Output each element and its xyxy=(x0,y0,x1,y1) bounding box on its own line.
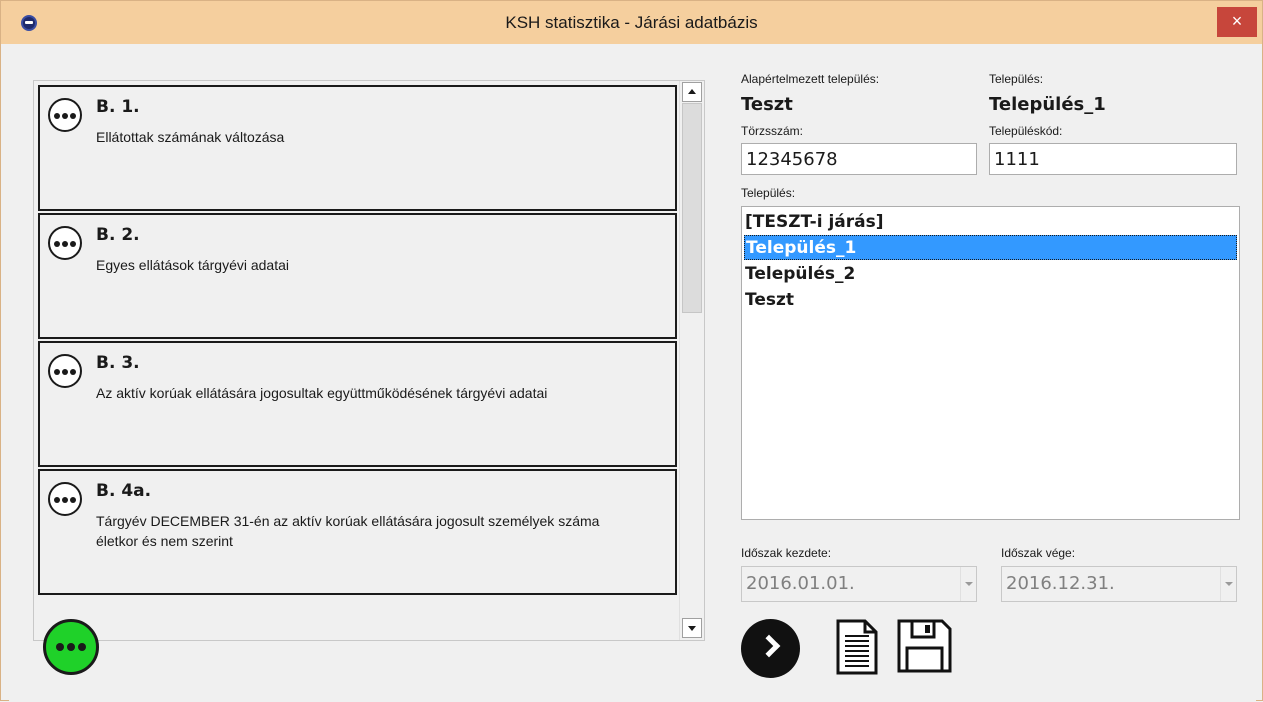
scroll-down-button[interactable] xyxy=(682,618,702,638)
period-start-value: 2016.01.01. xyxy=(746,573,855,594)
settlement-label: Település: xyxy=(989,72,1044,86)
close-button[interactable]: × xyxy=(1217,7,1257,37)
table-card-b3[interactable]: B. 3. Az aktív korúak ellátására jogosul… xyxy=(38,341,677,467)
more-dots-icon[interactable] xyxy=(48,354,82,388)
registry-number-label: Törzsszám: xyxy=(741,124,804,138)
title-bar: KSH statisztika - Járási adatbázis × xyxy=(1,1,1262,44)
period-start-select[interactable]: 2016.01.01. xyxy=(741,566,977,602)
next-arrow-icon xyxy=(757,634,781,658)
scroll-thumb[interactable] xyxy=(682,103,702,313)
list-item-selected[interactable]: Település_1 xyxy=(744,235,1237,260)
more-dots-icon[interactable] xyxy=(48,98,82,132)
card-description: Az aktív korúak ellátására jogosultak eg… xyxy=(96,385,548,401)
card-description: Tárgyév DECEMBER 31-én az aktív korúak e… xyxy=(96,513,600,549)
card-code: B. 3. xyxy=(96,353,140,373)
window-title: KSH statisztika - Járási adatbázis xyxy=(505,13,758,32)
main-window: KSH statisztika - Járási adatbázis × B. … xyxy=(0,0,1263,702)
more-options-button[interactable] xyxy=(43,619,99,675)
card-code: B. 4a. xyxy=(96,481,152,501)
table-card-b4a[interactable]: B. 4a. Tárgyév DECEMBER 31-én az aktív k… xyxy=(38,469,677,595)
card-description: Egyes ellátások tárgyévi adatai xyxy=(96,257,289,273)
client-area: B. 1. Ellátottak számának változása B. 2… xyxy=(9,44,1256,702)
scroll-up-button[interactable] xyxy=(682,82,702,102)
default-settlement-value: Teszt xyxy=(741,94,793,115)
settlement-value: Település_1 xyxy=(989,94,1106,115)
period-end-value: 2016.12.31. xyxy=(1006,573,1115,594)
registry-number-field[interactable]: 12345678 xyxy=(741,143,977,175)
document-icon xyxy=(836,619,878,675)
card-code: B. 1. xyxy=(96,97,140,117)
list-item[interactable]: [TESZT-i járás] xyxy=(744,210,1237,235)
vertical-scrollbar[interactable] xyxy=(679,81,704,640)
more-dots-icon[interactable] xyxy=(48,482,82,516)
chevron-down-icon[interactable] xyxy=(960,567,976,601)
settlement-listbox[interactable]: [TESZT-i járás] Település_1 Település_2 … xyxy=(741,206,1240,520)
table-list-panel: B. 1. Ellátottak számának változása B. 2… xyxy=(33,80,705,641)
period-end-label: Időszak vége: xyxy=(1001,546,1076,560)
more-dots-icon xyxy=(56,643,86,651)
table-card-b1[interactable]: B. 1. Ellátottak számának változása xyxy=(38,85,677,211)
next-button[interactable] xyxy=(741,619,800,678)
list-item[interactable]: Település_2 xyxy=(744,262,1237,287)
chevron-down-icon[interactable] xyxy=(1220,567,1236,601)
settlement-list-label: Település: xyxy=(741,186,796,200)
save-button[interactable] xyxy=(896,618,953,674)
document-button[interactable] xyxy=(835,618,879,676)
period-start-label: Időszak kezdete: xyxy=(741,546,832,560)
list-item[interactable]: Teszt xyxy=(744,288,1237,313)
table-card-b2[interactable]: B. 2. Egyes ellátások tárgyévi adatai xyxy=(38,213,677,339)
default-settlement-label: Alapértelmezett település: xyxy=(741,72,880,86)
settlement-code-field[interactable]: 1111 xyxy=(989,143,1237,175)
save-floppy-icon xyxy=(897,619,952,673)
period-end-select[interactable]: 2016.12.31. xyxy=(1001,566,1237,602)
more-dots-icon[interactable] xyxy=(48,226,82,260)
card-code: B. 2. xyxy=(96,225,140,245)
card-description: Ellátottak számának változása xyxy=(96,129,285,145)
settlement-code-label: Településkód: xyxy=(989,124,1063,138)
